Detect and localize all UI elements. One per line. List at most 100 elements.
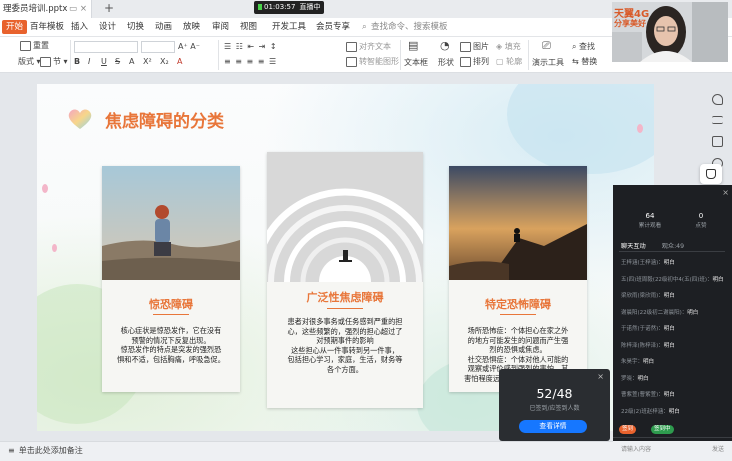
menu-transition[interactable]: 切换	[127, 18, 144, 37]
layout-button[interactable]: 版式 ▾	[18, 56, 41, 68]
divider	[613, 437, 732, 438]
notes-bar[interactable]: ≡ 单击此处添加备注	[0, 441, 613, 461]
command-search[interactable]: 查找命令、搜索模板	[371, 18, 448, 37]
close-icon[interactable]: ×	[597, 372, 604, 381]
reset-button[interactable]: 重置	[20, 40, 49, 52]
section-button[interactable]: 节 ▾	[40, 56, 68, 68]
menu-animation[interactable]: 动画	[155, 18, 172, 37]
align-icons[interactable]: ≡ ≡ ≡ ≡ ☰	[224, 56, 277, 68]
tab-audience[interactable]: 观众:49	[662, 243, 684, 250]
chat-text: 明白	[663, 326, 675, 332]
underline-button[interactable]: U	[101, 56, 107, 68]
find-button[interactable]: ⌕ 查找	[572, 41, 595, 53]
bold-button[interactable]: B	[74, 56, 80, 68]
new-tab-icon[interactable]: +	[104, 0, 114, 17]
textbox-icon[interactable]: ▤	[408, 40, 418, 52]
divider	[218, 40, 219, 70]
presenter-icon[interactable]: ⎚	[542, 40, 551, 52]
card-specific-phobia[interactable]: 特定恐怖障碍 场所恐怖症：个体担心在家之外 的地方可能发生的问题而产生强 烈的恐…	[449, 166, 587, 392]
font-grow-icon[interactable]: A⁺ A⁻	[178, 41, 200, 53]
align-text-icon	[346, 41, 357, 52]
petal-icon	[42, 184, 48, 193]
hand-tool-button[interactable]	[700, 164, 722, 184]
chat-message: 朱昊宇：明白	[621, 358, 725, 366]
card-divider	[327, 308, 363, 309]
card-generalized-anxiety[interactable]: 广泛性焦虑障碍 患者对很多事务或任务感到严重的担 心，这些频繁的，强烈的担心超过…	[267, 152, 423, 408]
chat-text: 明白	[668, 408, 680, 415]
settings-sliders-icon[interactable]	[712, 116, 723, 124]
picture-button[interactable]: 图片	[460, 41, 489, 53]
font-size-select[interactable]	[141, 41, 175, 53]
highlight-button[interactable]: A	[177, 56, 182, 68]
shape-tool-icon[interactable]	[712, 136, 723, 147]
shape-button[interactable]: 形状	[438, 57, 454, 69]
tab-chat[interactable]: 聊天互动	[621, 243, 646, 250]
live-panel: × 64 累计观看 0 点赞 聊天互动 观众:49 王梓涵(王梓涵)：明白 五(四)班…	[613, 185, 732, 441]
card-panic-disorder[interactable]: 惊恐障碍 核心症状是惊恐发作，它在没有 预警的情况下反复出现。 惊恐发作的特点是…	[102, 166, 240, 392]
list-icons[interactable]: ☰ ☷ ⇤ ⇥ ↕	[224, 41, 278, 53]
close-icon[interactable]: ×	[722, 188, 729, 197]
chat-sender: 朱昊宇：	[621, 359, 644, 365]
send-button[interactable]: 发送	[712, 444, 724, 453]
superscript-button[interactable]: X²	[143, 56, 152, 68]
chat-sender: 罗晓：	[621, 375, 638, 382]
card-title: 广泛性焦虑障碍	[306, 291, 384, 304]
heart-icon	[68, 109, 92, 129]
font-name-select[interactable]	[74, 41, 138, 53]
replace-button[interactable]: ⇆ 替换	[572, 56, 597, 68]
textbox-button[interactable]: 文本框	[404, 57, 428, 69]
menu-design[interactable]: 设计	[99, 18, 116, 37]
chat-input[interactable]: 请输入内容	[621, 444, 651, 453]
monitor-icon[interactable]: ▭	[69, 0, 77, 18]
fill-button[interactable]: ◈ 填充	[496, 41, 521, 53]
card-title: 惊恐障碍	[149, 298, 193, 311]
panel-tabs: 聊天互动 观众:49	[621, 241, 698, 250]
decor-blob	[507, 84, 654, 174]
chat-text: 明白	[687, 309, 699, 316]
chat-message: 曹紫萱(曹紫萱)：明白	[621, 391, 725, 399]
menu-start[interactable]: 开始	[2, 20, 28, 34]
close-icon[interactable]: ×	[80, 0, 87, 18]
italic-button[interactable]: I	[88, 56, 90, 68]
card-divider	[153, 314, 189, 315]
document-tab[interactable]: 理委员培训.pptx ▭ ×	[0, 0, 92, 18]
menu-developer[interactable]: 开发工具	[272, 18, 306, 37]
menu-view[interactable]: 视图	[240, 18, 257, 37]
sign-in-status-button[interactable]: 签到中	[651, 425, 674, 434]
chat-sender: 王梓涵(王梓涵)：	[621, 260, 664, 266]
view-details-button[interactable]: 查看详情	[519, 420, 587, 433]
chat-message: 于诺然(于诺然)：明白	[621, 325, 725, 333]
align-text-button[interactable]: 对齐文本	[346, 41, 391, 53]
menu-slideshow[interactable]: 放映	[183, 18, 200, 37]
tab-title: 理委员培训.pptx	[3, 4, 68, 14]
hand-icon	[706, 169, 716, 179]
chat-sender: 22级(2)班赵梓涵：	[621, 408, 669, 415]
smartart-icon	[346, 56, 357, 67]
divider	[70, 40, 71, 70]
chat-text: 明白	[637, 375, 649, 382]
outline-button[interactable]: ▢ 轮廓	[496, 56, 522, 68]
presenter-button[interactable]: 演示工具	[532, 57, 564, 69]
notes-placeholder[interactable]: 单击此处添加备注	[19, 446, 83, 455]
search-icon[interactable]: ⌕	[362, 18, 367, 37]
recording-indicator: 01:03:57 直播中	[254, 1, 325, 14]
menu-member[interactable]: 会员专享	[316, 18, 350, 37]
subscript-button[interactable]: X₂	[160, 56, 169, 68]
font-color-button[interactable]: A	[129, 56, 134, 68]
rocket-icon[interactable]	[712, 94, 723, 105]
sign-in-button[interactable]: 签到	[619, 425, 637, 434]
smartart-button[interactable]: 转智能图形	[346, 56, 399, 68]
chat-message: 罗晓：明白	[621, 375, 725, 383]
menu-template[interactable]: 百年模板	[30, 18, 64, 37]
recording-status: 直播中	[299, 3, 321, 11]
strikethrough-button[interactable]: S	[115, 56, 120, 68]
slide-title[interactable]: 焦虑障碍的分类	[105, 107, 224, 132]
chat-text: 明白	[663, 260, 675, 266]
arrange-button[interactable]: 排列	[460, 56, 489, 68]
petal-icon	[637, 124, 643, 133]
chat-message: 谢晨阳(22级初二谢晨阳)：明白	[621, 309, 725, 317]
chat-text: 明白	[663, 392, 675, 398]
menu-insert[interactable]: 插入	[71, 18, 88, 37]
shape-icon[interactable]: ◔	[440, 40, 450, 52]
menu-review[interactable]: 审阅	[212, 18, 229, 37]
